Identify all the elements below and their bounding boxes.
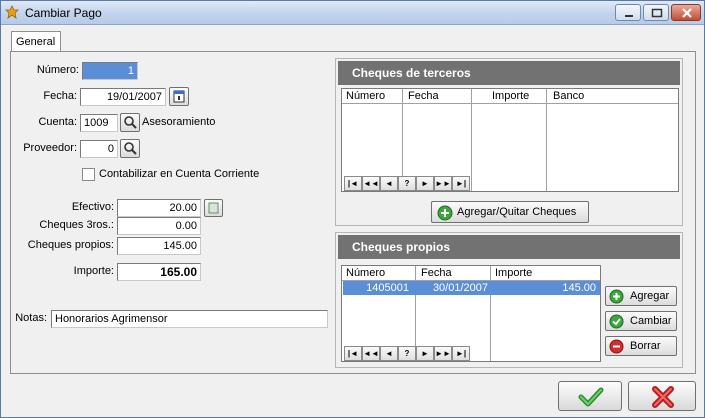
cheques-terceros-field: 0.00 — [117, 217, 201, 235]
nav-next-button[interactable]: ► — [416, 346, 434, 361]
cheques-propios-field: 145.00 — [117, 237, 201, 255]
numero-field[interactable]: 1 — [82, 62, 138, 80]
maximize-button[interactable] — [643, 4, 669, 21]
agregar-button[interactable]: Agregar — [605, 286, 677, 306]
cancel-x-icon — [652, 386, 674, 408]
nav-last-button[interactable]: ►| — [452, 346, 470, 361]
nav-prev-button[interactable]: ◄ — [380, 176, 398, 191]
row-fecha: 30/01/2007 — [432, 282, 488, 294]
cuenta-field[interactable]: 1009 — [80, 114, 118, 132]
nav-help-button[interactable]: ? — [398, 346, 416, 361]
nav-first-button[interactable]: |◄ — [344, 176, 362, 191]
column-header-numero[interactable]: Número — [346, 267, 385, 279]
add-check-icon — [437, 205, 453, 221]
cambiar-label: Cambiar — [630, 315, 672, 327]
column-header-numero[interactable]: Número — [346, 90, 385, 102]
calculator-icon — [208, 202, 219, 214]
agregar-quitar-cheques-button[interactable]: Agregar/Quitar Cheques — [431, 201, 589, 223]
proveedor-search-button[interactable] — [120, 139, 140, 158]
nav-prev-page-button[interactable]: ◄◄ — [362, 346, 380, 361]
row-numero: 1405001 — [366, 282, 409, 294]
row-importe: 145.00 — [562, 282, 596, 294]
delete-icon — [609, 339, 624, 354]
fecha-field[interactable]: 19/01/2007 — [80, 88, 166, 106]
minimize-button[interactable] — [615, 4, 641, 21]
nav-next-button[interactable]: ► — [416, 176, 434, 191]
calendar-icon — [173, 90, 185, 103]
notas-label: Notas: — [15, 312, 47, 324]
contabilizar-label: Contabilizar en Cuenta Corriente — [99, 168, 260, 180]
nav-first-button[interactable]: |◄ — [344, 346, 362, 361]
cheques-terceros-grid[interactable]: Número Fecha Importe Banco |◄ ◄◄ ◄ ? ► ►… — [341, 88, 679, 192]
table-row[interactable]: 1405001 30/01/2007 145.00 — [343, 281, 600, 295]
contabilizar-checkbox[interactable] — [82, 168, 95, 181]
cheques-terceros-label: Cheques 3ros.: — [39, 219, 114, 231]
nav-help-button[interactable]: ? — [398, 176, 416, 191]
cheques-propios-label: Cheques propios: — [27, 239, 114, 251]
cuenta-search-button[interactable] — [120, 113, 140, 132]
tab-general[interactable]: General — [11, 31, 61, 52]
edit-icon — [609, 314, 624, 329]
cheques-terceros-group: Cheques de terceros Número Fecha Importe… — [335, 58, 683, 226]
ok-button[interactable] — [558, 381, 622, 411]
nav-next-page-button[interactable]: ►► — [434, 176, 452, 191]
importe-label: Importe: — [73, 265, 114, 277]
column-header-banco[interactable]: Banco — [553, 90, 584, 102]
cheques-propios-title: Cheques propios — [338, 235, 680, 259]
app-icon — [5, 5, 19, 19]
agregar-quitar-cheques-label: Agregar/Quitar Cheques — [457, 206, 577, 218]
fecha-label: Fecha: — [43, 90, 77, 102]
title-bar[interactable]: Cambiar Pago — [1, 1, 704, 25]
cheques-terceros-title: Cheques de terceros — [338, 61, 680, 85]
minimize-icon — [625, 15, 633, 17]
cheques-propios-group: Cheques propios Número Fecha Importe 140… — [335, 232, 683, 368]
calendar-button[interactable] — [169, 87, 189, 106]
grid-column — [472, 89, 547, 191]
cancel-button[interactable] — [628, 381, 696, 411]
search-icon — [124, 116, 137, 129]
dialog-window: Cambiar Pago General Número: 1 Fecha: 19… — [0, 0, 705, 418]
column-header-importe[interactable]: Importe — [492, 90, 529, 102]
column-header-fecha[interactable]: Fecha — [408, 90, 439, 102]
nav-prev-button[interactable]: ◄ — [380, 346, 398, 361]
window-title: Cambiar Pago — [25, 6, 102, 20]
search-icon — [124, 142, 137, 155]
cuenta-name: Asesoramiento — [142, 116, 216, 128]
tab-general-label: General — [16, 36, 56, 48]
proveedor-field[interactable]: 0 — [80, 140, 118, 158]
importe-field: 165.00 — [117, 263, 201, 281]
efectivo-field[interactable]: 20.00 — [117, 199, 201, 217]
efectivo-label: Efectivo: — [71, 201, 114, 213]
close-window-button[interactable] — [671, 4, 701, 21]
cambiar-button[interactable]: Cambiar — [605, 311, 677, 331]
close-icon — [682, 8, 692, 18]
column-header-importe[interactable]: Importe — [495, 267, 532, 279]
notas-field[interactable]: Honorarios Agrimensor — [51, 310, 328, 328]
nav-last-button[interactable]: ►| — [452, 176, 470, 191]
numero-label: Número: — [36, 64, 79, 76]
column-header-fecha[interactable]: Fecha — [421, 267, 452, 279]
borrar-label: Borrar — [630, 340, 661, 352]
nav-prev-page-button[interactable]: ◄◄ — [362, 176, 380, 191]
add-icon — [609, 289, 624, 304]
cheques-propios-grid[interactable]: Número Fecha Importe 1405001 30/01/2007 … — [341, 265, 601, 362]
borrar-button[interactable]: Borrar — [605, 336, 677, 356]
maximize-icon — [651, 8, 663, 18]
cuenta-label: Cuenta: — [38, 116, 77, 128]
proveedor-label: Proveedor: — [23, 142, 77, 154]
checkmark-icon — [578, 387, 604, 407]
efectivo-button[interactable] — [204, 199, 223, 217]
agregar-label: Agregar — [630, 290, 670, 302]
nav-next-page-button[interactable]: ►► — [434, 346, 452, 361]
